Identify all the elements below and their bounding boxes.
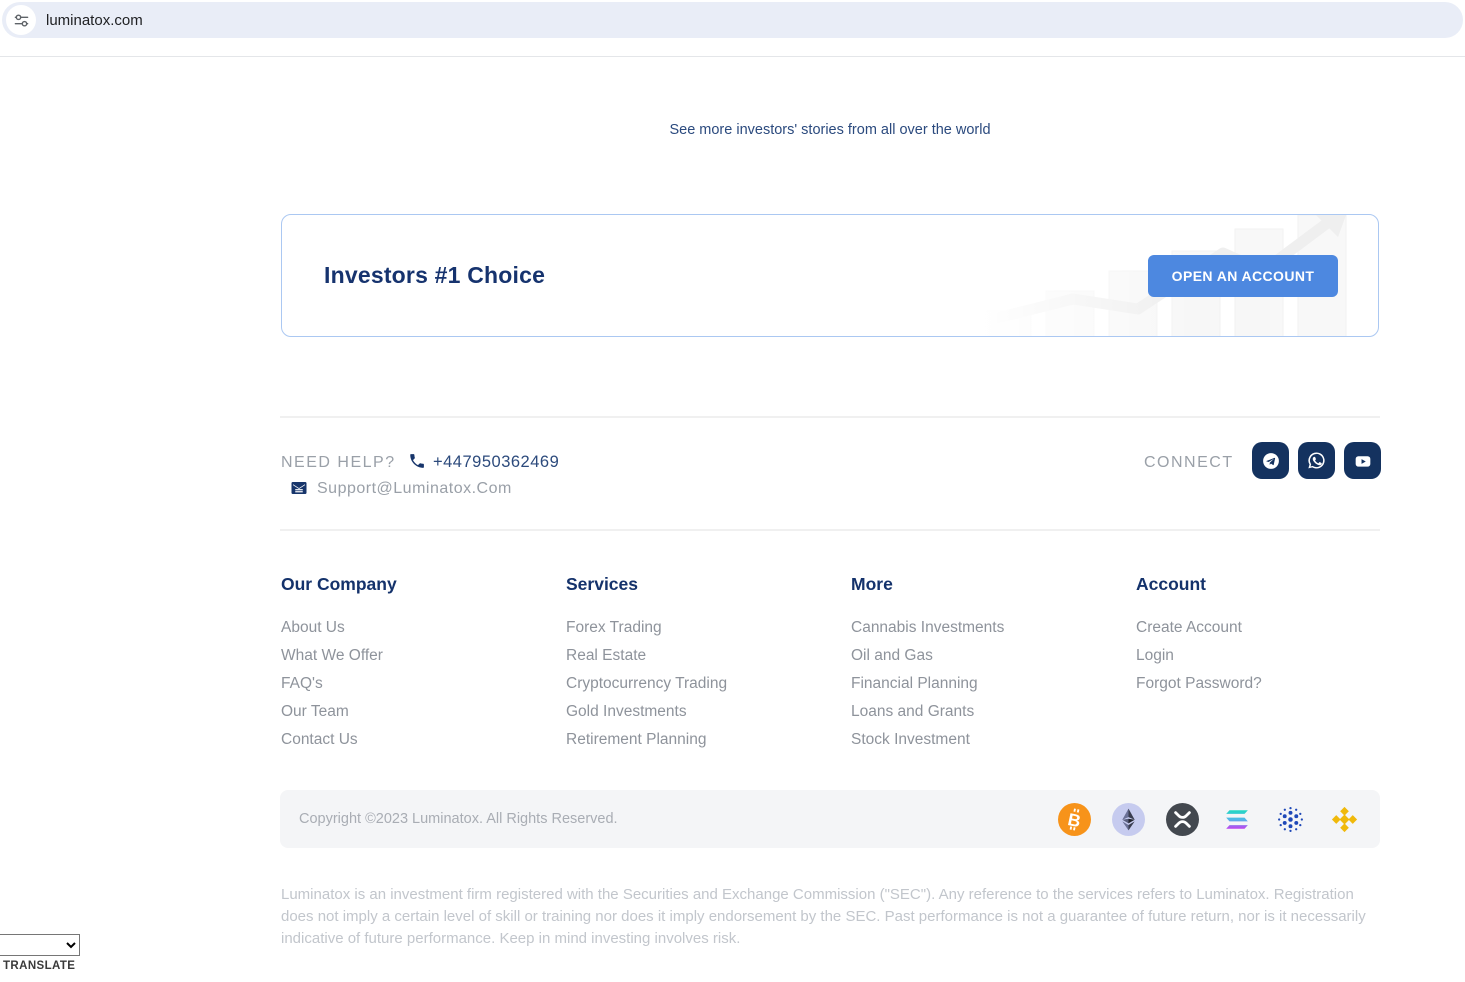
column-title: Services: [566, 574, 639, 594]
cardano-icon: [1278, 806, 1303, 832]
support-email[interactable]: Support@Luminatox.Com: [317, 480, 512, 498]
phone-icon: [408, 452, 426, 475]
footer-link[interactable]: Cryptocurrency Trading: [566, 675, 841, 703]
need-help-label: NEED HELP?: [281, 454, 396, 471]
footer-link[interactable]: About Us: [281, 619, 556, 647]
footer-link[interactable]: Financial Planning: [851, 675, 1126, 703]
footer-link[interactable]: What We Offer: [281, 647, 556, 675]
footer-link[interactable]: Our Team: [281, 703, 556, 731]
translate-label: TRANSLATE: [3, 960, 76, 972]
footer-link[interactable]: Stock Investment: [851, 731, 1126, 759]
url-text[interactable]: luminatox.com: [46, 12, 143, 29]
footer-link[interactable]: Contact Us: [281, 731, 556, 759]
footer-link[interactable]: Cannabis Investments: [851, 619, 1126, 647]
footer-link[interactable]: Gold Investments: [566, 703, 841, 731]
footer-link[interactable]: Oil and Gas: [851, 647, 1126, 675]
footer-link[interactable]: Loans and Grants: [851, 703, 1126, 731]
browser-address-bar[interactable]: luminatox.com: [2, 2, 1463, 38]
site-settings-icon[interactable]: [6, 5, 36, 35]
connect-label: CONNECT: [1144, 454, 1234, 471]
solana-icon: [1226, 809, 1248, 829]
whatsapp-icon[interactable]: [1298, 442, 1335, 479]
stories-link[interactable]: See more investors' stories from all ove…: [280, 122, 1380, 138]
footer-link[interactable]: Create Account: [1136, 619, 1411, 647]
binance-icon: [1331, 806, 1358, 832]
footer-column-more: More Cannabis Investments Oil and Gas Fina…: [851, 574, 1126, 759]
footer-link[interactable]: Retirement Planning: [566, 731, 841, 759]
translate-language-select[interactable]: [0, 934, 80, 956]
copyright-text: Copyright ©2023 Luminatox. All Rights Re…: [299, 811, 618, 827]
divider: [280, 416, 1380, 418]
xrp-icon: [1166, 802, 1199, 836]
ethereum-icon: [1112, 802, 1145, 836]
cta-banner: Investors #1 Choice OPEN AN ACCOUNT: [281, 214, 1379, 337]
legal-disclaimer: Luminatox is an investment firm register…: [281, 886, 1366, 947]
column-title: Our Company: [281, 574, 397, 594]
footer-column-services: Services Forex Trading Real Estate Cryptoc…: [566, 574, 841, 759]
telegram-icon[interactable]: [1252, 442, 1289, 479]
copyright-bar: Copyright ©2023 Luminatox. All Rights Re…: [280, 790, 1380, 848]
youtube-icon[interactable]: [1344, 442, 1381, 479]
footer-column-our-company: Our Company About Us What We Offer FAQ's Ou…: [281, 574, 556, 759]
page-content: See more investors' stories from all ove…: [280, 57, 1381, 982]
bitcoin-icon: B: [1058, 802, 1091, 836]
column-title: More: [851, 574, 893, 594]
email-icon: [290, 479, 308, 502]
divider: [280, 529, 1380, 531]
footer-link[interactable]: Login: [1136, 647, 1411, 675]
crypto-icons-row: B: [1058, 802, 1361, 836]
footer-link[interactable]: Forex Trading: [566, 619, 841, 647]
footer-link[interactable]: FAQ's: [281, 675, 556, 703]
footer-link[interactable]: Real Estate: [566, 647, 841, 675]
open-account-button[interactable]: OPEN AN ACCOUNT: [1148, 254, 1338, 297]
footer-link[interactable]: Forgot Password?: [1136, 675, 1411, 703]
support-phone[interactable]: +447950362469: [433, 453, 559, 472]
help-connect-row: NEED HELP? +447950362469 Support@Luminat…: [280, 440, 1381, 510]
column-title: Account: [1136, 574, 1206, 594]
footer-column-account: Account Create Account Login Forgot Passwo…: [1136, 574, 1411, 703]
banner-title: Investors #1 Choice: [324, 262, 546, 288]
